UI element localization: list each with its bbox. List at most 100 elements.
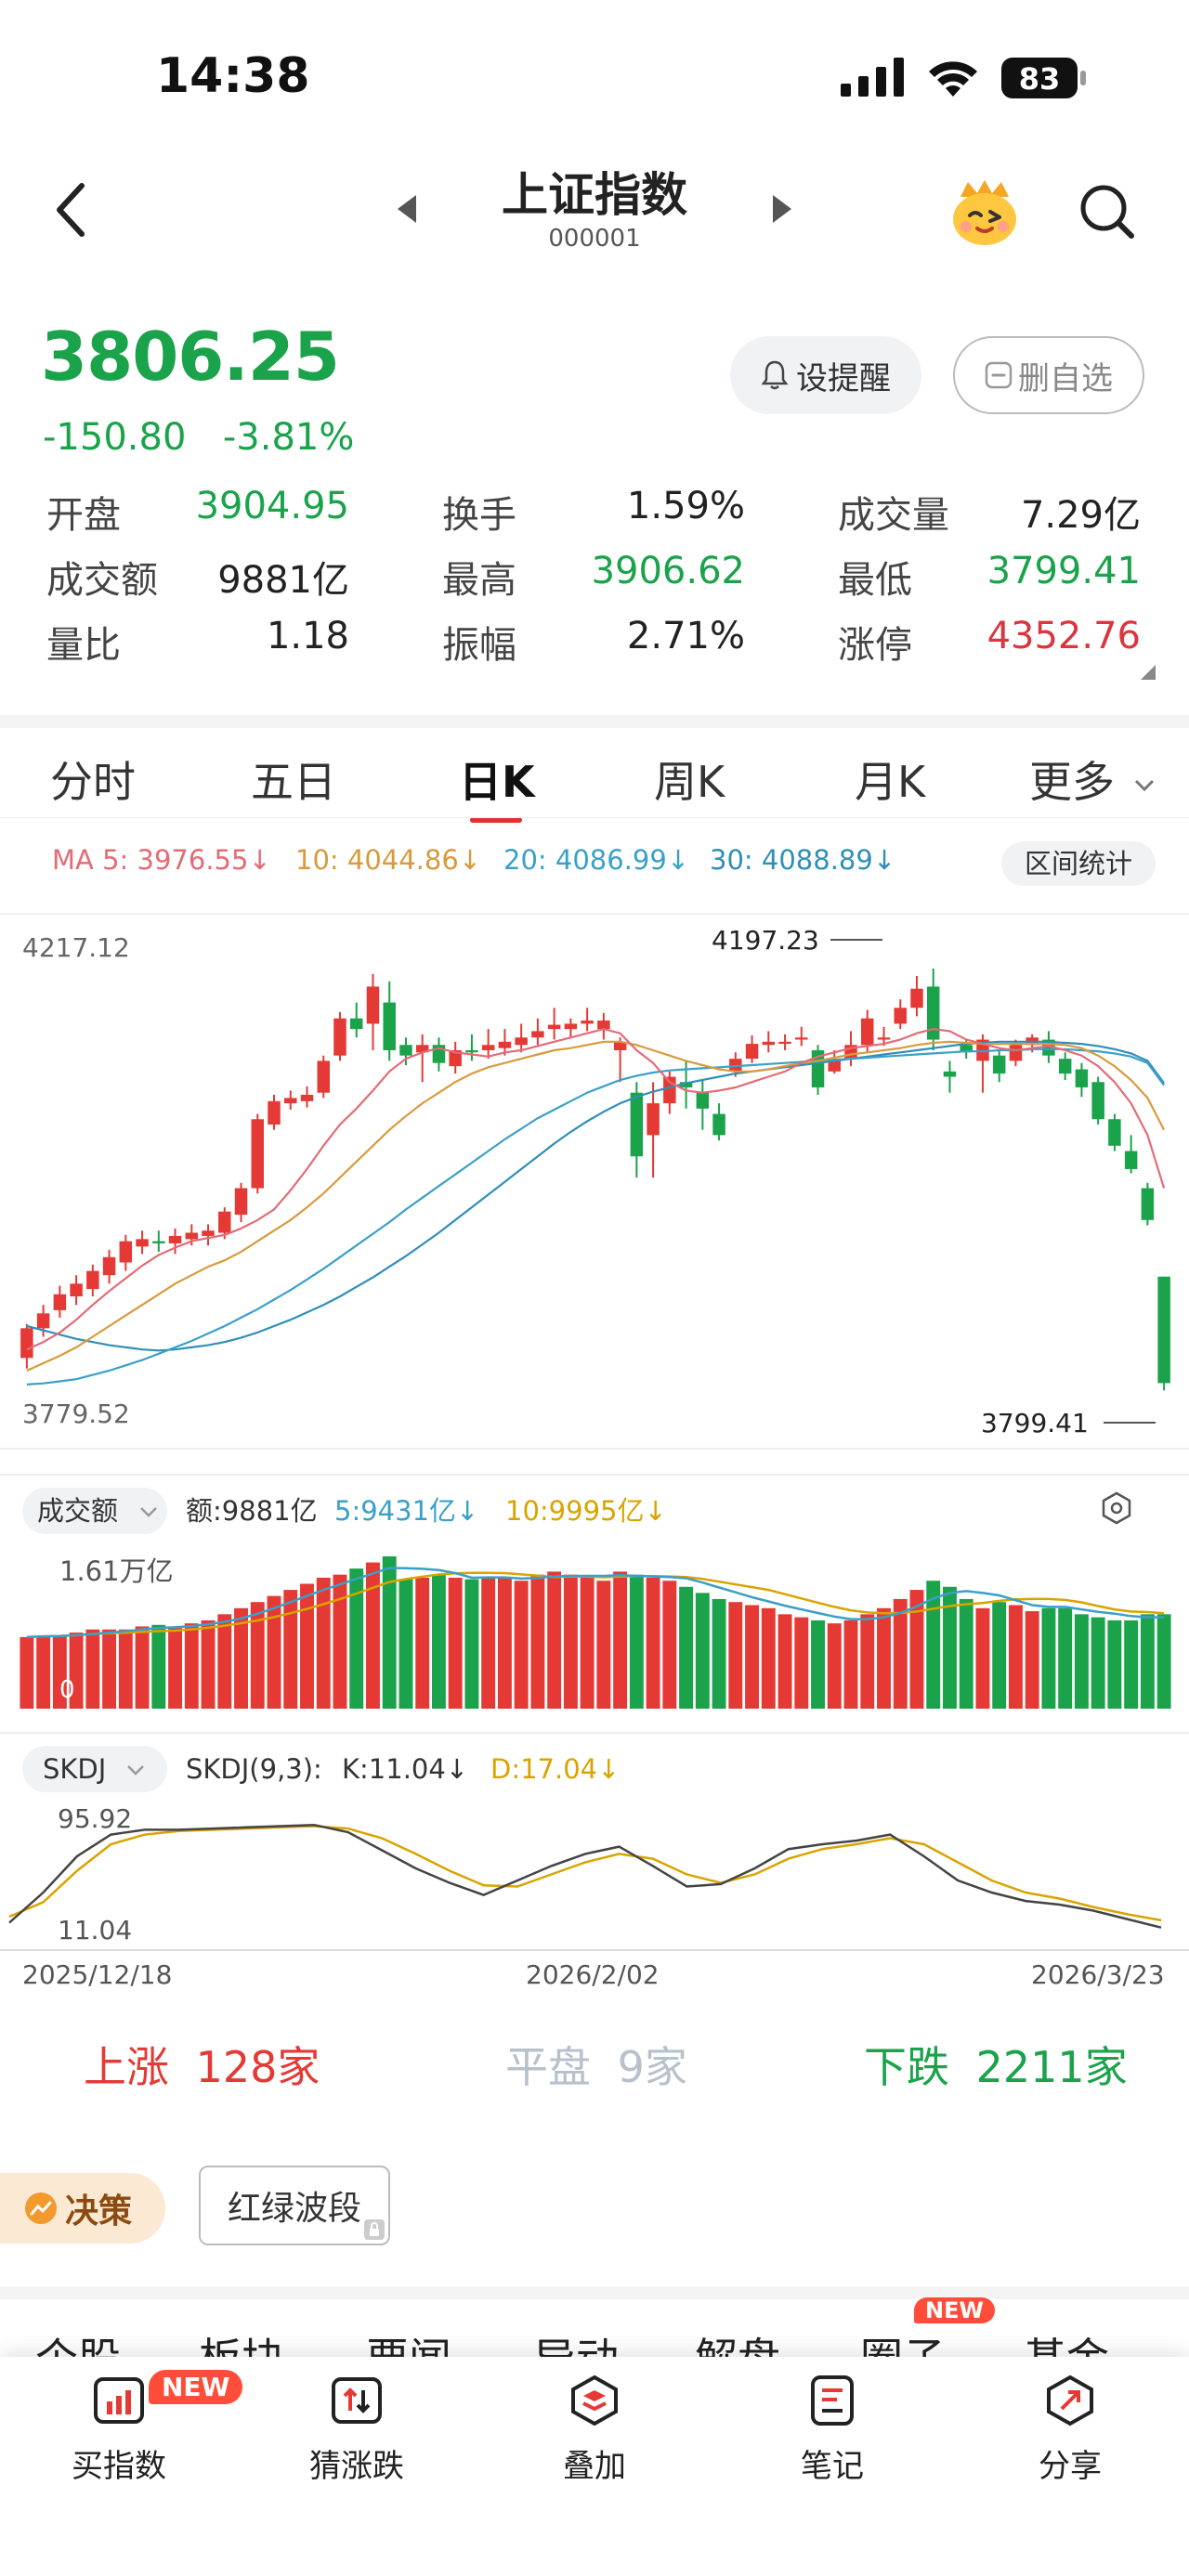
mascot-icon[interactable] bbox=[947, 175, 1022, 249]
red-green-band-button[interactable]: 红绿波段 bbox=[199, 2166, 390, 2245]
volume-bar bbox=[563, 1574, 578, 1709]
volume-bar bbox=[497, 1577, 512, 1709]
candle-body bbox=[531, 1031, 544, 1038]
decision-label: 决策 bbox=[64, 2192, 132, 2231]
subtab-analysis[interactable]: 解盘 bbox=[695, 2325, 780, 2361]
remove-watchlist-button[interactable]: 删自选 bbox=[953, 336, 1144, 414]
candle-body bbox=[102, 1256, 116, 1276]
settings-icon[interactable] bbox=[1102, 1491, 1131, 1525]
candle-body bbox=[581, 1020, 594, 1024]
subtab-news[interactable]: 要闻 bbox=[366, 2325, 451, 2361]
candle-body bbox=[119, 1241, 133, 1263]
candle-body bbox=[251, 1119, 265, 1189]
subtab-circle[interactable]: 圈子 bbox=[860, 2325, 946, 2361]
search-icon[interactable] bbox=[1078, 182, 1137, 241]
status-bar: 14:38 83 bbox=[0, 0, 1189, 149]
volume-bar bbox=[1124, 1620, 1139, 1709]
change-amount: -150.80 bbox=[43, 416, 187, 459]
tab-more[interactable]: 更多 bbox=[1029, 748, 1155, 810]
volume-bar bbox=[1091, 1617, 1105, 1709]
candle-body bbox=[877, 1037, 891, 1040]
subtab-funds[interactable]: 基金 bbox=[1024, 2325, 1109, 2361]
kline-chart-area[interactable]: MA 5: 3976.55↓ 10: 4044.86↓ 20: 4086.99↓… bbox=[0, 817, 1189, 1987]
notes-button[interactable]: 笔记 bbox=[749, 2374, 916, 2486]
stat-value: 3799.41 bbox=[986, 550, 1141, 592]
layers-icon bbox=[571, 2374, 618, 2426]
subtab-moves[interactable]: 异动 bbox=[533, 2325, 619, 2361]
expand-corner-icon[interactable] bbox=[1141, 665, 1156, 680]
stat-label: 换手 bbox=[442, 494, 516, 537]
volume-bar bbox=[85, 1629, 100, 1709]
volume-bar bbox=[827, 1623, 842, 1709]
next-index-icon[interactable] bbox=[771, 193, 793, 225]
decision-tag[interactable]: 决策 bbox=[0, 2173, 165, 2244]
overlay-button[interactable]: 叠加 bbox=[511, 2374, 678, 2486]
stat-amount: 成交额 9881亿 bbox=[46, 550, 349, 602]
volume-bar bbox=[580, 1577, 594, 1709]
volume-amount: 额:9881亿 bbox=[186, 1495, 318, 1527]
volume-axis-top: 1.61万亿 bbox=[59, 1555, 174, 1587]
stat-label: 量比 bbox=[46, 624, 121, 667]
candle-body bbox=[1058, 1059, 1072, 1074]
change-percent: -3.81% bbox=[222, 416, 355, 459]
notes-label: 笔记 bbox=[801, 2448, 864, 2485]
subtab-stocks[interactable]: 个股 bbox=[35, 2325, 121, 2361]
stat-label: 成交额 bbox=[46, 559, 158, 602]
ma30-line bbox=[26, 1040, 1165, 1352]
candle-body bbox=[778, 1041, 791, 1045]
candle-body bbox=[943, 1071, 957, 1077]
date-end: 2026/3/23 bbox=[1031, 1959, 1165, 1987]
volume-bar bbox=[1074, 1614, 1089, 1709]
candle-body bbox=[366, 986, 380, 1024]
tab-daily-k[interactable]: 日K bbox=[459, 748, 535, 810]
volume-axis-zero: 0 bbox=[59, 1676, 75, 1704]
price-change: -150.80 -3.81% bbox=[43, 416, 354, 459]
candle-body bbox=[910, 988, 923, 1008]
guess-up-down-button[interactable]: 猜涨跌 bbox=[273, 2374, 440, 2486]
volume-bar bbox=[201, 1620, 216, 1709]
remove-watchlist-label: 删自选 bbox=[1018, 359, 1113, 397]
up-value: 128家 bbox=[195, 2042, 320, 2092]
skdj-indicator-select[interactable]: SKDJ bbox=[43, 1753, 106, 1785]
candle-body bbox=[20, 1328, 33, 1359]
set-alert-label: 设提醒 bbox=[796, 359, 891, 397]
stat-high: 最高 3906.62 bbox=[442, 550, 745, 602]
volume-bar bbox=[761, 1607, 776, 1709]
volume-bar bbox=[118, 1629, 133, 1709]
volume-bar bbox=[1058, 1607, 1073, 1709]
down-count: 下跌 2211家 bbox=[864, 2034, 1128, 2095]
candle-body bbox=[36, 1313, 50, 1329]
volume-bar bbox=[514, 1581, 529, 1709]
up-label: 上涨 bbox=[84, 2042, 169, 2092]
candle-body bbox=[300, 1094, 314, 1101]
volume-indicator-select[interactable]: 成交额 bbox=[37, 1495, 118, 1527]
buy-index-button[interactable]: 买指数 NEW bbox=[35, 2370, 243, 2486]
volume-bar bbox=[629, 1574, 644, 1709]
subtab-sectors[interactable]: 板块 bbox=[199, 2325, 284, 2361]
volume-bar bbox=[745, 1605, 760, 1709]
volume-bar bbox=[1140, 1614, 1155, 1709]
volume-bar bbox=[316, 1577, 331, 1709]
lock-icon bbox=[364, 2219, 385, 2240]
set-alert-button[interactable]: 设提醒 bbox=[730, 336, 921, 414]
tab-monthly-k[interactable]: 月K bbox=[855, 748, 925, 810]
volume-bar bbox=[728, 1602, 743, 1709]
tab-five-day[interactable]: 五日 bbox=[251, 748, 336, 810]
guess-up-down-label: 猜涨跌 bbox=[309, 2448, 404, 2485]
stat-value: 4352.76 bbox=[986, 615, 1141, 657]
volume-bar bbox=[975, 1607, 990, 1709]
quote-panel: 3806.25 -150.80 -3.81% 设提醒 删自选 开盘 3904.9… bbox=[0, 297, 1189, 687]
skdj-d: D:17.04↓ bbox=[490, 1753, 620, 1785]
volume-bar bbox=[777, 1614, 792, 1709]
tab-intraday[interactable]: 分时 bbox=[50, 748, 136, 810]
stat-label: 最低 bbox=[838, 559, 912, 602]
interval-stats-button[interactable]: 区间统计 bbox=[1025, 848, 1132, 879]
tab-weekly-k[interactable]: 周K bbox=[654, 748, 725, 810]
bottom-action-bar: 买指数 NEW 猜涨跌 叠加 笔记 分享 bbox=[0, 2357, 1189, 2576]
candle-body bbox=[317, 1060, 330, 1093]
period-tabs: 分时 五日 日K 周K 月K 更多 bbox=[0, 715, 1189, 823]
share-button[interactable]: 分享 bbox=[986, 2374, 1154, 2486]
volume-bar bbox=[646, 1577, 660, 1709]
candle-body bbox=[894, 1008, 907, 1024]
candle-body bbox=[284, 1098, 297, 1104]
